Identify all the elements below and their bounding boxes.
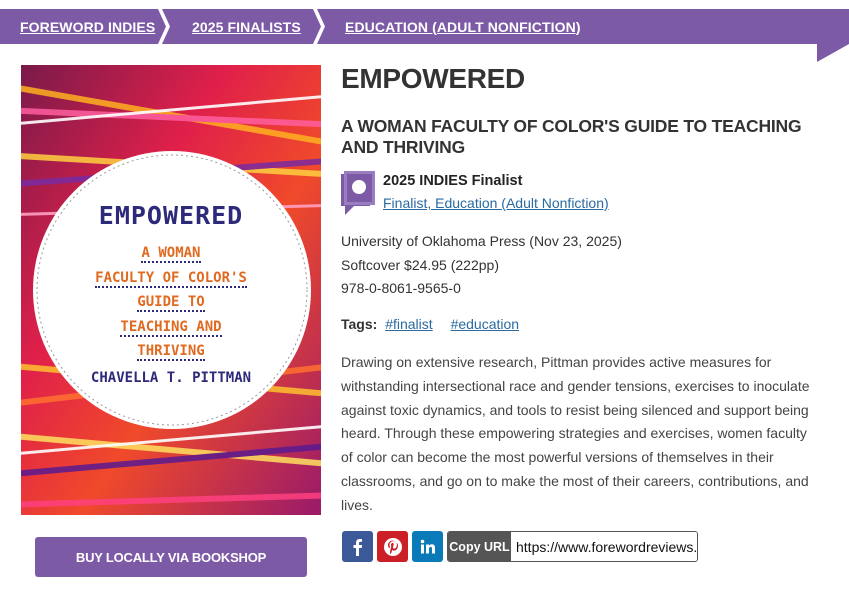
book-subtitle: A WOMAN FACULTY OF COLOR'S GUIDE TO TEAC… bbox=[341, 116, 802, 157]
breadcrumb-2025-finalists[interactable]: 2025 FINALISTS bbox=[192, 9, 301, 44]
tags-row: Tags: #finalist #education bbox=[341, 316, 519, 332]
ribbon-fold bbox=[817, 44, 849, 62]
cover-title: EMPOWERED bbox=[98, 201, 244, 230]
breadcrumb-separator bbox=[158, 9, 170, 44]
breadcrumb-separator bbox=[313, 9, 325, 44]
award-title: 2025 INDIES Finalist bbox=[383, 173, 523, 189]
pinterest-icon bbox=[383, 537, 402, 556]
breadcrumb: FOREWORD INDIES 2025 FINALISTS EDUCATION… bbox=[0, 9, 849, 44]
isbn: 978-0-8061-9565-0 bbox=[341, 280, 461, 296]
publisher-line: University of Oklahoma Press (Nov 23, 20… bbox=[341, 233, 622, 249]
buy-locally-button[interactable]: BUY LOCALLY VIA BOOKSHOP bbox=[35, 537, 307, 577]
cover-subtitle: A WOMAN FACULTY OF COLOR'S GUIDE TO TEAC… bbox=[95, 245, 247, 361]
linkedin-icon bbox=[420, 539, 435, 553]
format-price-line: Softcover $24.95 (222pp) bbox=[341, 256, 499, 273]
tag-finalist[interactable]: #finalist bbox=[385, 316, 432, 332]
book-description: Drawing on extensive research, Pittman p… bbox=[341, 354, 810, 513]
facebook-share-button[interactable] bbox=[342, 531, 373, 562]
tag-education[interactable]: #education bbox=[451, 316, 520, 332]
copy-url-input[interactable] bbox=[511, 532, 697, 561]
facebook-icon bbox=[353, 538, 362, 556]
linkedin-share-button[interactable] bbox=[412, 531, 443, 562]
breadcrumb-education[interactable]: EDUCATION (ADULT NONFICTION) bbox=[345, 9, 581, 44]
book-cover-image: EMPOWERED A WOMAN FACULTY OF COLOR'S GUI… bbox=[21, 65, 321, 515]
award-category-link[interactable]: Finalist, Education (Adult Nonfiction) bbox=[383, 195, 609, 211]
book-title: EMPOWERED bbox=[341, 63, 525, 94]
breadcrumb-foreword-indies[interactable]: FOREWORD INDIES bbox=[20, 9, 155, 44]
copy-url-button[interactable]: Copy URL bbox=[448, 532, 511, 561]
pinterest-share-button[interactable] bbox=[377, 531, 408, 562]
book-details: University of Oklahoma Press (Nov 23, 20… bbox=[341, 230, 622, 301]
tags-label: Tags: bbox=[341, 316, 378, 332]
cover-author: CHAVELLA T. PITTMAN bbox=[90, 370, 252, 386]
copy-url-widget: Copy URL bbox=[447, 531, 698, 562]
award-book-icon bbox=[341, 171, 375, 215]
